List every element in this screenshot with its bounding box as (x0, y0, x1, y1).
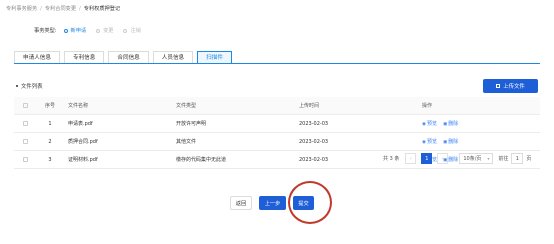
select-all-checkbox[interactable] (22, 102, 28, 108)
breadcrumb-item[interactable]: 专利事务服务 (6, 6, 37, 12)
breadcrumb-separator: / (79, 6, 81, 12)
business-type-group: 事务类型: 新申请 变更 注销 (34, 27, 151, 34)
upload-file-button[interactable]: 上传文件 (483, 79, 538, 93)
preview-label: 预览 (426, 139, 437, 145)
radio-label: 变更 (103, 28, 114, 34)
eye-icon: ◉ (422, 122, 426, 127)
delete-link[interactable]: ▣删除 (443, 121, 458, 127)
cell-file-type: 缴存的代码集中无此道 (172, 150, 295, 169)
cell-actions: ◉预览 ▣删除 (418, 132, 540, 151)
row-checkbox[interactable] (22, 138, 28, 144)
row-checkbox-cell (14, 150, 36, 169)
row-checkbox-cell (14, 114, 36, 133)
goto-label: 前往 (498, 156, 509, 162)
chevron-left-icon: ‹ (409, 155, 412, 162)
cell-file-type: 开放许可声明 (172, 114, 295, 133)
preview-label: 预览 (426, 121, 437, 127)
cell-file-name: 申请表.pdf (64, 114, 172, 133)
cell-file-name: 质押合同.pdf (64, 132, 172, 151)
delete-label: 删除 (448, 139, 459, 145)
page-size-value: 10条/页 (463, 156, 482, 162)
radio-dot-icon (123, 28, 128, 33)
bullet-icon (16, 85, 18, 87)
eye-icon: ◉ (422, 140, 426, 145)
business-type-label: 事务类型: (34, 28, 57, 34)
cell-index: 3 (36, 150, 64, 169)
page-number-current[interactable]: 1 (421, 153, 433, 164)
radio-dot-icon (63, 28, 68, 33)
radio-cancel[interactable]: 注销 (123, 27, 141, 34)
next-page-button[interactable]: › (437, 153, 449, 164)
header-index: 序号 (36, 97, 64, 115)
chevron-right-icon: › (441, 155, 444, 162)
table-row: 2 质押合同.pdf 其他文件 2023-02-03 ◉预览 ▣删除 (14, 132, 540, 151)
header-file-type: 文件类型 (172, 97, 295, 115)
select-all-cell (14, 97, 36, 115)
pagination-total: 共 3 条 (383, 156, 400, 162)
cell-index: 2 (36, 132, 64, 151)
delete-link[interactable]: ▣删除 (443, 139, 458, 145)
breadcrumb-current: 专利权质押登记 (83, 6, 121, 12)
radio-change[interactable]: 变更 (96, 27, 113, 34)
preview-link[interactable]: ◉预览 (422, 121, 437, 127)
breadcrumb-separator: / (40, 6, 42, 12)
file-list-title-text: 文件列表 (21, 84, 43, 90)
previous-step-button[interactable]: 上一步 (259, 196, 286, 210)
upload-file-label: 上传文件 (503, 84, 525, 90)
chevron-down-icon: ▾ (487, 156, 490, 161)
cell-actions: ◉预览 ▣删除 (418, 114, 540, 133)
header-upload-time: 上传时间 (295, 97, 418, 115)
pagination: 共 3 条 ‹ 1 › 10条/页 ▾ 前往 1 页 (383, 153, 531, 164)
cell-upload-time: 2023-02-03 (295, 114, 418, 133)
radio-label: 注销 (130, 28, 141, 34)
goto-page-input[interactable]: 1 (511, 153, 524, 164)
cell-upload-time: 2023-02-03 (295, 132, 418, 151)
row-checkbox[interactable] (22, 120, 28, 126)
tab-underline (14, 63, 540, 64)
page-size-select[interactable]: 10条/页 ▾ (459, 153, 494, 164)
breadcrumb: 专利事务服务 / 专利合同变更 / 专利权质押登记 (6, 5, 120, 12)
row-checkbox-cell (14, 132, 36, 151)
radio-label: 新申请 (70, 28, 87, 34)
cell-file-type: 其他文件 (172, 132, 295, 151)
header-file-name: 文件名称 (64, 97, 172, 115)
trash-icon: ▣ (442, 122, 448, 127)
row-checkbox[interactable] (22, 156, 28, 162)
file-list-title: 文件列表 (16, 82, 43, 90)
preview-link[interactable]: ◉预览 (422, 139, 437, 145)
breadcrumb-item[interactable]: 专利合同变更 (45, 6, 76, 12)
upload-icon (496, 84, 501, 88)
table-row: 1 申请表.pdf 开放许可声明 2023-02-03 ◉预览 ▣删除 (14, 114, 540, 133)
delete-label: 删除 (448, 121, 459, 127)
back-button[interactable]: 返回 (230, 196, 252, 210)
highlight-circle (288, 181, 332, 224)
radio-dot-icon (96, 28, 101, 33)
header-action: 操作 (418, 97, 540, 115)
cell-index: 1 (36, 114, 64, 133)
trash-icon: ▣ (442, 140, 448, 145)
cell-file-name: 证明材料.pdf (64, 150, 172, 169)
page-unit-label: 页 (526, 156, 532, 162)
radio-new-application[interactable]: 新申请 (63, 27, 87, 34)
table-header-row: 序号 文件名称 文件类型 上传时间 操作 (14, 97, 540, 115)
prev-page-button[interactable]: ‹ (405, 153, 417, 164)
